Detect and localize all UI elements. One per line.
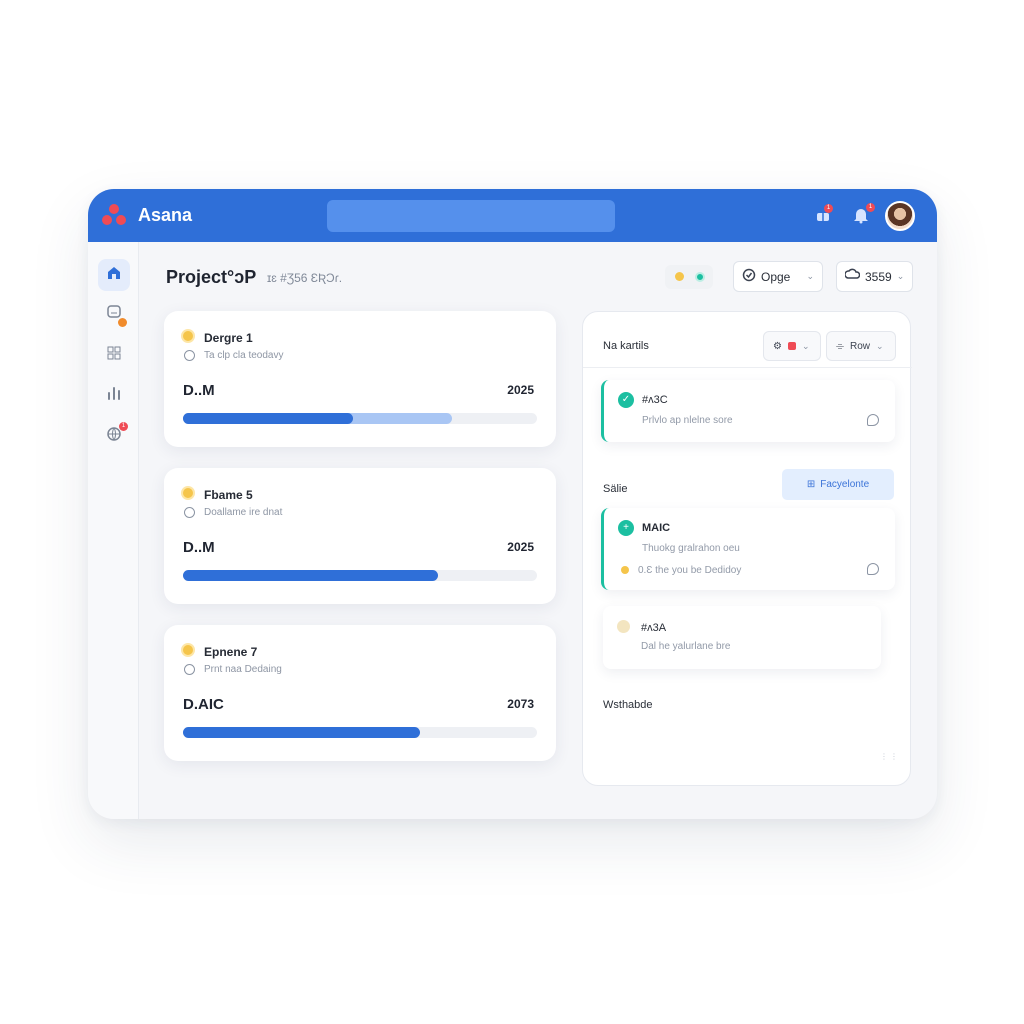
project-subtitle: ɪɛ #Ʒ56 ƐƦƆɾ.	[267, 271, 343, 285]
card-title: Fbame 5	[204, 488, 253, 502]
section-label: Sälie	[603, 483, 628, 495]
more-options-icon[interactable]: ⋮⋮	[880, 753, 898, 764]
home-icon	[105, 264, 123, 287]
task-item[interactable]: ✓ #ʌ3C Prlvlo ap nlelne sore	[601, 380, 895, 442]
chevron-down-icon: ⌄	[801, 340, 810, 351]
panel-title: Na kartils	[603, 340, 649, 352]
status-indicators[interactable]	[665, 265, 713, 289]
card-year: 2073	[507, 697, 534, 711]
project-card[interactable]: Epnene 7 Prnt naa Dedaing D.AIC 2073	[164, 625, 556, 761]
primary-progress	[183, 570, 438, 581]
card-year: 2025	[507, 540, 534, 554]
primary-progress	[183, 413, 353, 424]
clock-icon	[184, 350, 195, 361]
chevron-down-icon: ⌄	[806, 271, 814, 281]
teal-status-icon	[695, 272, 705, 282]
top-navigation: Asana 1 1	[88, 189, 937, 242]
filter-icon: ⊞	[806, 479, 816, 490]
project-card[interactable]: Fbame 5 Doallame ire dnat D..M 2025	[164, 468, 556, 604]
card-title: Dergre 1	[204, 331, 253, 345]
bar-chart-icon	[105, 384, 123, 407]
sidebar-item-home[interactable]	[98, 259, 130, 291]
progress-bar	[183, 413, 537, 424]
page-title: Project°ɔP	[166, 267, 257, 287]
filter-dropdown[interactable]: Opge ⌄	[733, 261, 823, 292]
section-label: Wsthabde	[603, 699, 653, 711]
count-dropdown[interactable]: 3559 ⌄	[836, 261, 913, 292]
card-subtitle: Prnt naa Dedaing	[204, 664, 282, 675]
card-subtitle: Doallame ire dnat	[204, 507, 283, 518]
comment-icon[interactable]	[867, 563, 879, 575]
app-window: Asana 1 1 1 Project°ɔP ɪɛ #Ʒ56 ƐƦƆɾ. Opg…	[88, 189, 937, 819]
task-status-icon: +	[618, 520, 634, 536]
check-icon: ✓	[618, 392, 634, 408]
sidebar-item-grid[interactable]	[98, 339, 130, 371]
row-label: Row	[850, 340, 871, 352]
asana-logo-icon[interactable]	[102, 204, 126, 226]
facet-label: Facyelonte	[820, 479, 870, 490]
grid-icon	[105, 344, 123, 367]
clock-icon	[184, 507, 195, 518]
task-title: MAIC	[642, 522, 671, 534]
project-status-icon	[181, 486, 195, 500]
progress-bar	[183, 570, 537, 581]
card-label: D..M	[183, 382, 215, 399]
task-item[interactable]: #ʌ3A Dal he yalurlane bre	[603, 606, 881, 669]
panel-divider	[583, 367, 912, 368]
avatar[interactable]	[885, 201, 915, 231]
bell-badge: 1	[866, 203, 875, 212]
app-name[interactable]: Asana	[138, 205, 192, 226]
progress-bar	[183, 727, 537, 738]
project-card[interactable]: Dergre 1 Ta clp cla teodavy D..M 2025	[164, 311, 556, 447]
details-panel: Na kartils ⚙ ⌄ ⌯ Row ⌄ ✓ #ʌ3C Prlvlo ap …	[582, 311, 912, 786]
clock-icon	[184, 664, 195, 675]
search-input[interactable]	[327, 200, 615, 232]
project-status-icon	[181, 643, 195, 657]
chevron-down-icon: ⌄	[896, 271, 905, 281]
task-meta: 0.Ɛ the you be Dedidoy	[638, 565, 742, 576]
task-subtitle: Thuokg gralrahon oeu	[642, 543, 740, 554]
gift-badge: 1	[824, 204, 833, 213]
sidebar-globe-badge: 1	[119, 422, 128, 431]
task-item[interactable]: + MAIC Thuokg gralrahon oeu 0.Ɛ the you …	[601, 508, 895, 590]
paperclip-icon: ⌯	[836, 340, 844, 352]
settings-icon: ⚙	[773, 340, 782, 352]
yellow-status-icon	[675, 272, 684, 281]
project-status-icon	[181, 329, 195, 343]
sidebar: 1	[88, 242, 139, 819]
count-label: 3559	[865, 269, 892, 284]
row-button[interactable]: ⌯ Row ⌄	[826, 331, 896, 361]
task-title: #ʌ3C	[642, 394, 668, 406]
card-title: Epnene 7	[204, 645, 258, 659]
facet-button[interactable]: ⊞ Facyelonte	[782, 469, 894, 500]
cloud-icon	[844, 268, 861, 285]
sidebar-message-badge	[118, 318, 127, 327]
chevron-down-icon: ⌄	[876, 340, 884, 351]
sidebar-item-globe[interactable]: 1	[98, 420, 130, 452]
comment-icon[interactable]	[867, 414, 879, 426]
check-circle-icon	[742, 268, 756, 285]
sidebar-item-messages[interactable]	[98, 298, 130, 330]
task-subtitle: Dal he yalurlane bre	[641, 641, 731, 652]
red-status-icon	[787, 342, 796, 350]
task-status-icon	[617, 620, 630, 633]
filter-label: Opge	[761, 269, 791, 284]
card-label: D.AIC	[183, 696, 224, 713]
sidebar-item-reports[interactable]	[98, 379, 130, 411]
yellow-status-icon	[621, 566, 629, 574]
task-title: #ʌ3A	[641, 622, 667, 634]
panel-filter-button[interactable]: ⚙ ⌄	[763, 331, 821, 361]
card-year: 2025	[507, 383, 534, 397]
task-subtitle: Prlvlo ap nlelne sore	[642, 415, 733, 426]
primary-progress	[183, 727, 421, 738]
card-subtitle: Ta clp cla teodavy	[204, 350, 284, 361]
card-label: D..M	[183, 539, 215, 556]
